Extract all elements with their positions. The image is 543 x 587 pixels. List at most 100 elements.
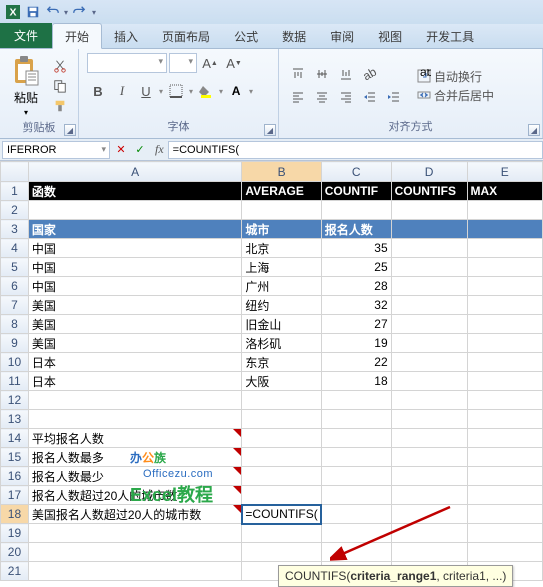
- row-header[interactable]: 9: [1, 334, 29, 353]
- cell[interactable]: AVERAGE: [242, 182, 321, 201]
- cell[interactable]: 32: [321, 296, 391, 315]
- row-header[interactable]: 18: [1, 505, 29, 524]
- row-header[interactable]: 7: [1, 296, 29, 315]
- tab-formulas[interactable]: 公式: [222, 24, 270, 48]
- border-dropdown-icon[interactable]: ▾: [189, 87, 193, 96]
- cell[interactable]: [391, 391, 467, 410]
- cell[interactable]: [391, 410, 467, 429]
- cell[interactable]: 美国: [28, 296, 242, 315]
- cell[interactable]: [467, 429, 542, 448]
- cell[interactable]: [391, 296, 467, 315]
- cell[interactable]: [467, 239, 542, 258]
- cell[interactable]: [321, 448, 391, 467]
- cell[interactable]: [242, 486, 321, 505]
- cell[interactable]: [242, 201, 321, 220]
- cell[interactable]: [467, 201, 542, 220]
- cell[interactable]: [467, 448, 542, 467]
- cell[interactable]: [242, 448, 321, 467]
- align-middle-icon[interactable]: [311, 64, 333, 84]
- select-all-corner[interactable]: [1, 162, 29, 182]
- cell[interactable]: 北京: [242, 239, 321, 258]
- wrap-text-button[interactable]: ab 自动换行: [417, 68, 494, 85]
- row-header[interactable]: 15: [1, 448, 29, 467]
- cell[interactable]: 日本: [28, 353, 242, 372]
- paste-button[interactable]: 粘贴 ▾: [8, 53, 44, 119]
- cell[interactable]: 报名人数: [321, 220, 391, 239]
- tab-home[interactable]: 开始: [52, 23, 102, 49]
- copy-icon[interactable]: [50, 77, 70, 95]
- cell[interactable]: 28: [321, 277, 391, 296]
- row-header[interactable]: 21: [1, 562, 29, 581]
- cell[interactable]: [28, 391, 242, 410]
- cell[interactable]: [391, 277, 467, 296]
- column-header[interactable]: E: [467, 162, 542, 182]
- cell[interactable]: 城市: [242, 220, 321, 239]
- save-icon[interactable]: [24, 3, 42, 21]
- cell[interactable]: [467, 505, 542, 524]
- row-header[interactable]: 14: [1, 429, 29, 448]
- paste-dropdown-icon[interactable]: ▾: [24, 108, 28, 117]
- cell[interactable]: 上海: [242, 258, 321, 277]
- cell[interactable]: [321, 467, 391, 486]
- row-header[interactable]: 6: [1, 277, 29, 296]
- cell[interactable]: [467, 410, 542, 429]
- cell[interactable]: [467, 391, 542, 410]
- formula-input[interactable]: =COUNTIFS(: [168, 141, 543, 159]
- cell[interactable]: 18: [321, 372, 391, 391]
- cell[interactable]: [321, 391, 391, 410]
- column-header[interactable]: A: [28, 162, 242, 182]
- cell[interactable]: 广州: [242, 277, 321, 296]
- qat-customize-icon[interactable]: ▾: [92, 8, 96, 17]
- cell[interactable]: [467, 258, 542, 277]
- cell[interactable]: [391, 353, 467, 372]
- merge-center-button[interactable]: 合并后居中: [417, 87, 494, 104]
- redo-icon[interactable]: [70, 3, 88, 21]
- underline-button[interactable]: U: [135, 81, 157, 101]
- row-header[interactable]: 4: [1, 239, 29, 258]
- increase-font-icon[interactable]: A▲: [199, 53, 221, 73]
- cell[interactable]: 美国: [28, 334, 242, 353]
- cell[interactable]: 平均报名人数: [28, 429, 242, 448]
- cell[interactable]: [391, 258, 467, 277]
- cell[interactable]: [467, 296, 542, 315]
- decrease-font-icon[interactable]: A▼: [223, 53, 245, 73]
- cell[interactable]: 22: [321, 353, 391, 372]
- cell[interactable]: 旧金山: [242, 315, 321, 334]
- align-right-icon[interactable]: [335, 87, 357, 107]
- font-launcher-icon[interactable]: ◢: [264, 124, 276, 136]
- border-icon[interactable]: [165, 81, 187, 101]
- enter-icon[interactable]: ✓: [131, 141, 149, 159]
- cell[interactable]: 洛杉矶: [242, 334, 321, 353]
- font-size-select[interactable]: [169, 53, 197, 73]
- row-header[interactable]: 5: [1, 258, 29, 277]
- cell[interactable]: [321, 429, 391, 448]
- cell[interactable]: [28, 201, 242, 220]
- tab-review[interactable]: 审阅: [318, 24, 366, 48]
- cell[interactable]: [391, 220, 467, 239]
- cell[interactable]: 日本: [28, 372, 242, 391]
- cell[interactable]: 东京: [242, 353, 321, 372]
- cell[interactable]: [28, 543, 242, 562]
- cell[interactable]: 纽约: [242, 296, 321, 315]
- cell[interactable]: 函数: [28, 182, 242, 201]
- align-left-icon[interactable]: [287, 87, 309, 107]
- cell[interactable]: [391, 372, 467, 391]
- column-header[interactable]: C: [321, 162, 391, 182]
- row-header[interactable]: 20: [1, 543, 29, 562]
- cell[interactable]: [467, 486, 542, 505]
- column-header[interactable]: B: [242, 162, 321, 182]
- underline-dropdown-icon[interactable]: ▾: [159, 87, 163, 96]
- cell[interactable]: [242, 524, 321, 543]
- cell[interactable]: 美国: [28, 315, 242, 334]
- fill-dropdown-icon[interactable]: ▾: [219, 87, 223, 96]
- cell[interactable]: [321, 201, 391, 220]
- cell[interactable]: [391, 448, 467, 467]
- cell[interactable]: [321, 524, 391, 543]
- cell[interactable]: [391, 505, 467, 524]
- tab-file[interactable]: 文件: [0, 23, 52, 48]
- cell[interactable]: [28, 524, 242, 543]
- tab-view[interactable]: 视图: [366, 24, 414, 48]
- cell[interactable]: [242, 410, 321, 429]
- active-cell[interactable]: =COUNTIFS(: [242, 505, 321, 524]
- cell[interactable]: [391, 486, 467, 505]
